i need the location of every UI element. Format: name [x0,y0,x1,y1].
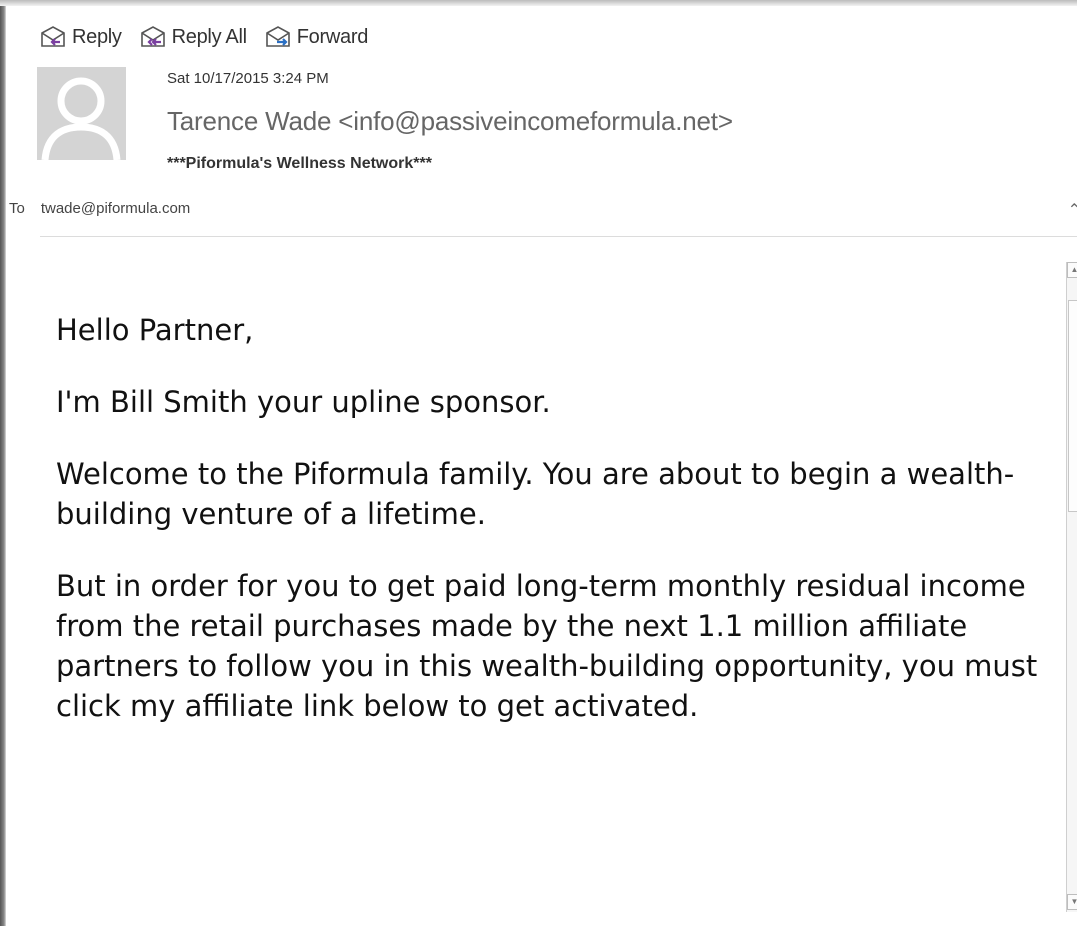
window-top-edge [0,0,1077,6]
header-divider [40,236,1077,237]
expand-header-icon[interactable]: ⌃ [1068,200,1077,220]
body-paragraph: Welcome to the Piformula family. You are… [56,457,1015,531]
person-avatar-icon [37,67,126,160]
message-date: Sat 10/17/2015 3:24 PM [167,70,329,87]
forward-button[interactable]: Forward [265,26,368,49]
vertical-scrollbar[interactable]: ▲ ▼ [1066,262,1077,912]
reply-all-icon [140,26,165,47]
recipients-row: To twade@piformula.com [9,200,190,217]
message-toolbar: Reply Reply All Forward [40,22,368,52]
reply-all-label: Reply All [171,25,247,48]
reply-icon [41,26,65,47]
reply-button[interactable]: Reply [40,26,122,49]
scroll-thumb[interactable] [1068,300,1077,512]
message-body: Hello Partner, I'm Bill Smith your uplin… [56,310,1056,758]
scroll-up-icon[interactable]: ▲ [1067,262,1077,278]
forward-label: Forward [296,25,369,48]
reply-label: Reply [72,25,122,48]
message-sender[interactable]: Tarence Wade <info@passiveincomeformula.… [167,106,733,137]
forward-icon [265,26,290,47]
window-left-edge [0,0,6,926]
sender-avatar [37,67,126,160]
reply-all-button[interactable]: Reply All [140,26,247,49]
body-paragraph: But in order for you to get paid long-te… [56,569,1038,723]
message-subject: ***Piformula's Wellness Network*** [167,155,432,172]
body-paragraph: I'm Bill Smith your upline sponsor. [56,385,551,419]
to-label: To [9,200,25,217]
scroll-down-icon[interactable]: ▼ [1067,894,1077,910]
to-address[interactable]: twade@piformula.com [41,200,190,217]
body-paragraph: Hello Partner, [56,313,254,347]
